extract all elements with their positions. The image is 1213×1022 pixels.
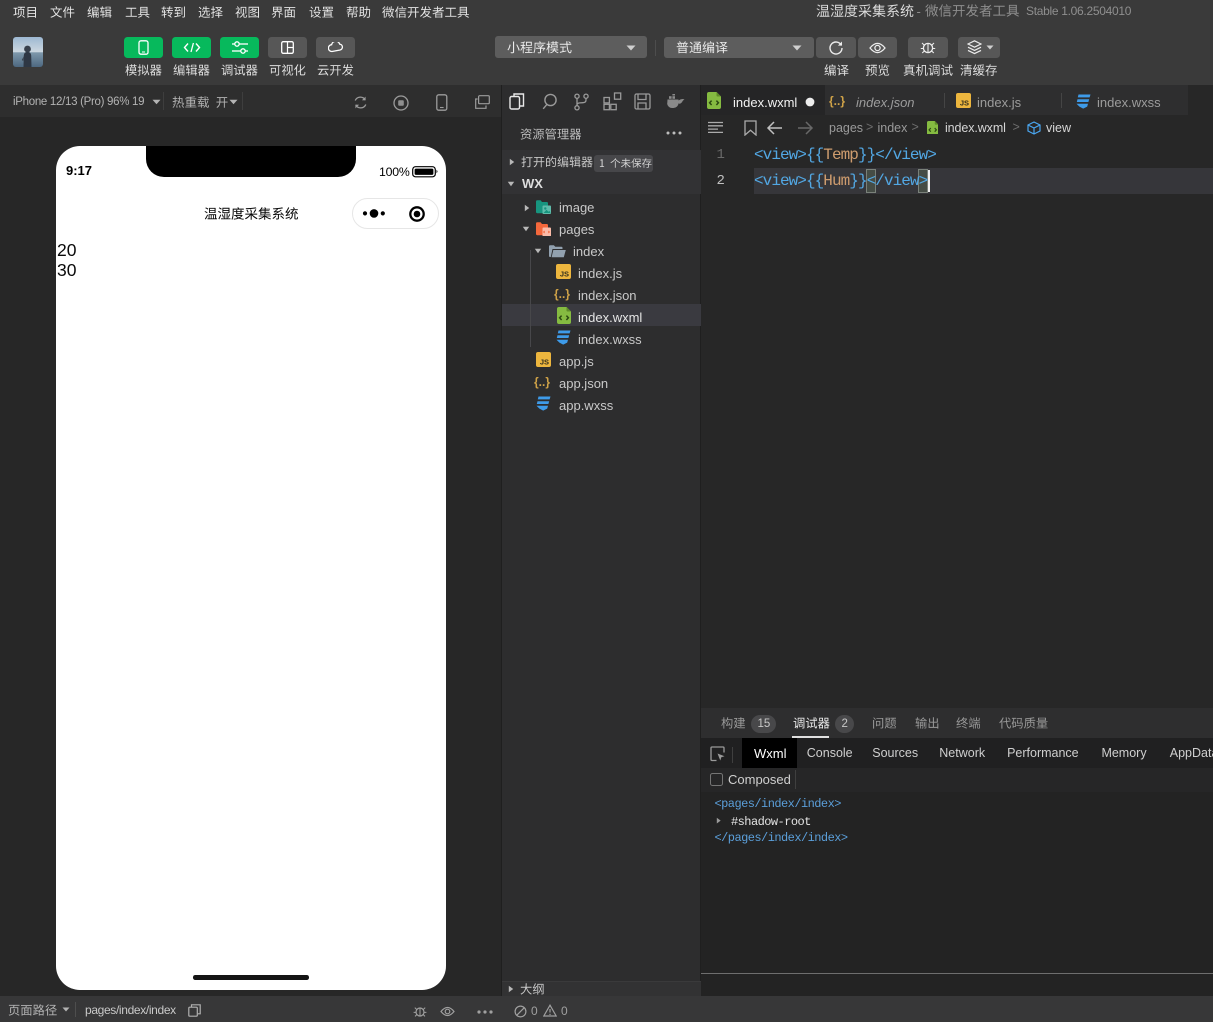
svg-text:JS: JS: [560, 270, 569, 279]
svg-text:JS: JS: [540, 358, 549, 367]
svg-text:JS: JS: [960, 99, 969, 108]
